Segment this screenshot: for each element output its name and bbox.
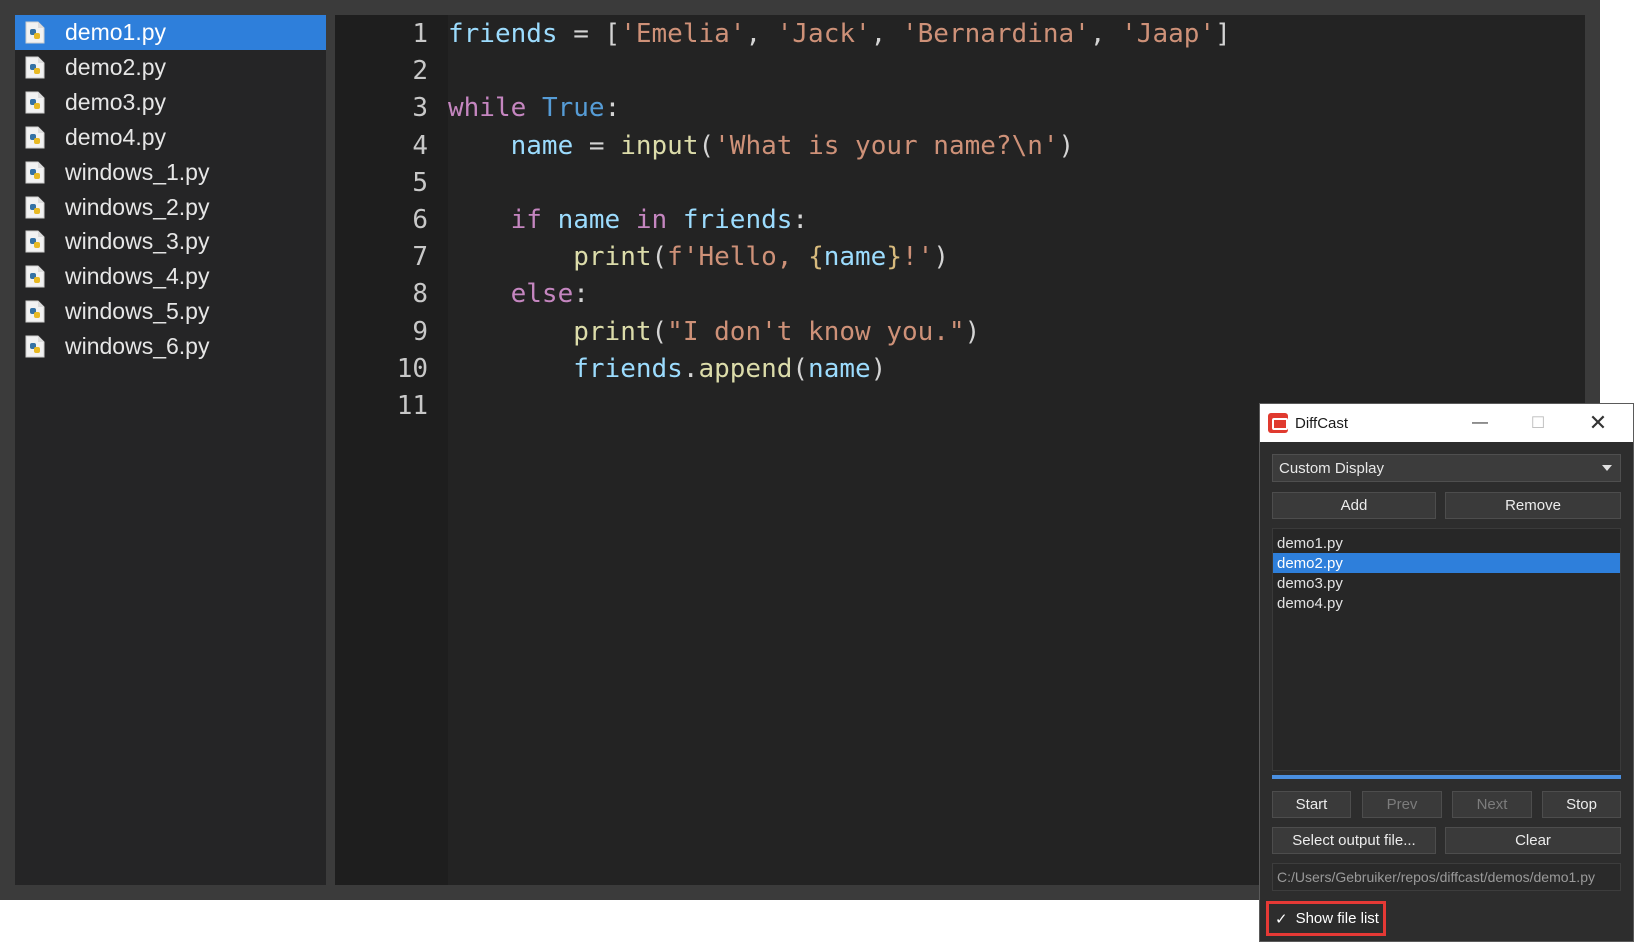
line-number-gutter: 1 2 3 4 5 6 7 8 9 10 11 bbox=[335, 15, 448, 885]
code-line: if name in friends: bbox=[510, 205, 809, 235]
file-list-item-label: windows_2.py bbox=[65, 193, 210, 220]
line-number: 11 bbox=[396, 391, 428, 421]
file-list-item[interactable]: demo3.py bbox=[15, 85, 326, 120]
file-list-item[interactable]: windows_6.py bbox=[15, 329, 326, 364]
line-number: 7 bbox=[412, 242, 428, 273]
python-file-icon bbox=[25, 91, 45, 114]
code-line: friends = ['Emelia', 'Jack', 'Bernardina… bbox=[448, 19, 1231, 49]
window-title: DiffCast bbox=[1295, 414, 1349, 432]
close-button[interactable]: ✕ bbox=[1570, 404, 1626, 442]
maximize-button[interactable]: ☐ bbox=[1510, 404, 1566, 442]
add-button[interactable]: Add bbox=[1272, 492, 1436, 519]
file-list-item[interactable]: windows_2.py bbox=[15, 190, 326, 225]
close-icon: ✕ bbox=[1588, 410, 1608, 435]
file-list-item-label: demo3.py bbox=[65, 88, 167, 115]
python-file-icon bbox=[25, 21, 45, 44]
python-file-icon bbox=[25, 196, 45, 219]
python-file-icon bbox=[25, 161, 45, 184]
prev-button[interactable]: Prev bbox=[1362, 791, 1442, 818]
stop-button[interactable]: Stop bbox=[1542, 791, 1621, 818]
file-list-item[interactable]: windows_3.py bbox=[15, 224, 326, 259]
diffcast-app-icon bbox=[1268, 413, 1288, 433]
maximize-icon: ☐ bbox=[1530, 415, 1546, 432]
file-listbox[interactable]: demo1.py demo2.py demo3.py demo4.py bbox=[1272, 528, 1621, 771]
line-number: 1 bbox=[412, 19, 428, 49]
checkmark-icon: ✓ bbox=[1275, 910, 1288, 928]
progress-bar bbox=[1272, 775, 1621, 779]
display-select[interactable]: Custom Display bbox=[1272, 454, 1621, 482]
line-number: 8 bbox=[412, 279, 428, 310]
select-output-button[interactable]: Select output file... bbox=[1272, 827, 1436, 854]
line-number: 6 bbox=[412, 205, 428, 235]
file-list-item-label: windows_3.py bbox=[65, 228, 210, 255]
file-list-item[interactable]: windows_5.py bbox=[15, 294, 326, 329]
line-number: 3 bbox=[412, 93, 428, 124]
clear-button[interactable]: Clear bbox=[1445, 827, 1621, 854]
file-list-item-label: windows_6.py bbox=[65, 333, 210, 360]
minimize-button[interactable]: — bbox=[1452, 404, 1508, 442]
file-list-item-label: demo1.py bbox=[65, 19, 167, 45]
file-list-item-label: windows_4.py bbox=[65, 263, 210, 290]
remove-button[interactable]: Remove bbox=[1445, 492, 1621, 519]
file-list-item-label: windows_1.py bbox=[65, 158, 210, 185]
minimize-icon: — bbox=[1472, 414, 1488, 431]
python-file-icon bbox=[25, 300, 45, 323]
output-path-field[interactable]: C:/Users/Gebruiker/repos/diffcast/demos/… bbox=[1272, 863, 1621, 891]
file-list-item[interactable]: demo4.py bbox=[15, 120, 326, 155]
file-list-item[interactable]: demo2.py bbox=[15, 50, 326, 85]
file-list-item-label: demo4.py bbox=[65, 123, 167, 150]
line-number: 2 bbox=[412, 56, 428, 87]
line-number: 5 bbox=[412, 167, 428, 198]
listbox-item[interactable]: demo3.py bbox=[1273, 573, 1620, 593]
display-select-value: Custom Display bbox=[1279, 459, 1385, 477]
file-list-item[interactable]: demo1.py bbox=[15, 15, 326, 50]
show-file-list-checkbox[interactable]: ✓ Show file list bbox=[1266, 901, 1386, 936]
listbox-item[interactable]: demo1.py bbox=[1273, 533, 1620, 553]
file-list-item[interactable]: windows_4.py bbox=[15, 259, 326, 294]
next-button[interactable]: Next bbox=[1452, 791, 1532, 818]
line-number: 10 bbox=[396, 353, 428, 384]
python-file-icon bbox=[25, 56, 45, 79]
file-list-item[interactable]: windows_1.py bbox=[15, 155, 326, 190]
code-line: friends.append(name) bbox=[573, 353, 887, 384]
python-file-icon bbox=[25, 335, 45, 358]
start-button[interactable]: Start bbox=[1272, 791, 1351, 818]
code-line: name = input('What is your name?\n') bbox=[510, 130, 1075, 161]
file-list-item-label: windows_5.py bbox=[65, 298, 210, 325]
python-file-icon bbox=[25, 126, 45, 149]
line-number: 4 bbox=[412, 130, 428, 161]
file-list-panel: demo1.py demo2.py demo3.py demo4.py windows_… bbox=[15, 15, 326, 885]
diffcast-window: DiffCast — ☐ ✕ Custom Display Add Remove… bbox=[1259, 403, 1634, 942]
listbox-item[interactable]: demo4.py bbox=[1273, 593, 1620, 613]
code-line: print(f'Hello, {name}!') bbox=[573, 242, 949, 273]
file-list-item-label: demo2.py bbox=[65, 53, 167, 80]
show-file-list-label: Show file list bbox=[1295, 910, 1379, 927]
code-line: else: bbox=[510, 279, 589, 310]
code-line: while True: bbox=[448, 93, 621, 124]
line-number: 9 bbox=[412, 316, 428, 347]
chevron-down-icon bbox=[1602, 465, 1612, 471]
code-line: print("I don't know you.") bbox=[573, 316, 981, 347]
progress-fill bbox=[1272, 775, 1621, 779]
listbox-item[interactable]: demo2.py bbox=[1273, 553, 1620, 573]
python-file-icon bbox=[25, 230, 45, 253]
python-file-icon bbox=[25, 265, 45, 288]
title-bar[interactable]: DiffCast — ☐ ✕ bbox=[1260, 404, 1633, 442]
